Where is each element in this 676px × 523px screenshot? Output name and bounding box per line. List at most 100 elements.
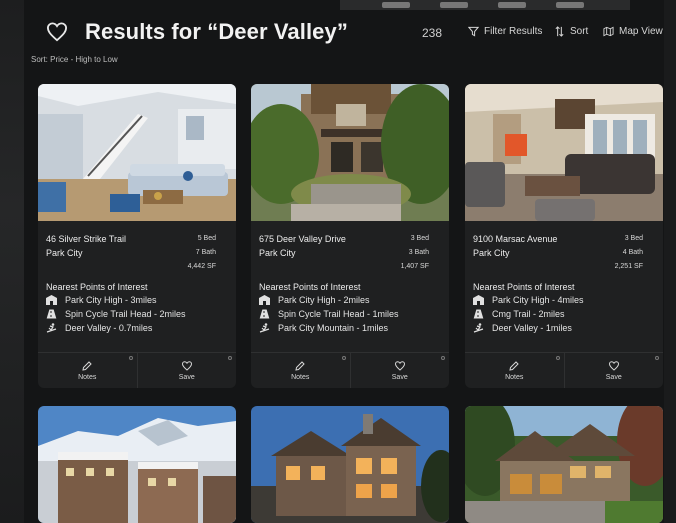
listing-photo[interactable] (251, 84, 449, 221)
card-actions: Notes Save (465, 352, 663, 388)
trail-icon (259, 309, 270, 319)
listing-city: Park City (259, 248, 296, 258)
background-right-edge (664, 0, 676, 523)
school-icon (46, 295, 57, 305)
page-title: Results for “Deer Valley” (85, 19, 348, 44)
listing-baths: 7 Bath (195, 249, 216, 256)
notes-label: Notes (505, 373, 524, 381)
listing-city: Park City (46, 248, 83, 258)
poi-item: Park City High - 3miles (46, 295, 157, 305)
save-button[interactable]: Save (349, 353, 450, 388)
trail-icon (473, 309, 484, 319)
notes-button[interactable]: Notes (38, 353, 137, 388)
poi-text: Park City High - 4miles (492, 295, 584, 305)
save-label: Save (391, 373, 408, 381)
notes-indicator-icon (128, 356, 133, 360)
listing-card[interactable]: 675 Deer Valley Drive Park City 3 Bed 3 … (251, 84, 449, 388)
save-indicator-icon (228, 356, 232, 360)
sort-label: Sort (570, 26, 589, 37)
trail-icon (46, 309, 57, 319)
map-label: Map View (619, 26, 663, 37)
result-count: 238 (422, 26, 443, 40)
listing-card[interactable] (38, 406, 236, 523)
listing-card[interactable] (465, 406, 663, 523)
background-top-strip (340, 0, 630, 10)
ski-icon (259, 323, 270, 333)
poi-item: Park City High - 4miles (473, 295, 584, 305)
save-label: Save (605, 373, 622, 381)
ski-icon (46, 323, 57, 333)
notes-indicator-icon (555, 356, 560, 360)
poi-item: Deer Valley - 0.7miles (46, 323, 152, 333)
background-left-edge (0, 0, 24, 523)
notes-label: Notes (78, 373, 97, 381)
poi-heading: Nearest Points of Interest (259, 282, 361, 292)
listing-address: 9100 Marsac Avenue (473, 234, 558, 244)
notes-button[interactable]: Notes (465, 353, 564, 388)
listing-card[interactable]: 9100 Marsac Avenue Park City 3 Bed 4 Bat… (465, 84, 663, 388)
sort-icon (555, 26, 564, 37)
listing-sqft: 1,407 SF (400, 263, 429, 270)
notes-button[interactable]: Notes (251, 353, 350, 388)
school-icon (259, 295, 270, 305)
poi-text: Deer Valley - 1miles (492, 323, 572, 333)
poi-text: Cmg Trail - 2miles (492, 309, 565, 319)
poi-text: Park City High - 3miles (65, 295, 157, 305)
listing-photo[interactable] (465, 84, 663, 221)
notes-indicator-icon (341, 356, 346, 360)
poi-item: Park City Mountain - 1miles (259, 323, 388, 333)
save-button[interactable]: Save (563, 353, 664, 388)
results-header: Results for “Deer Valley” 238 Filter Res… (24, 10, 676, 64)
card-actions: Notes Save (38, 352, 236, 388)
notes-label: Notes (291, 373, 310, 381)
save-label: Save (178, 373, 195, 381)
listing-card[interactable]: 46 Silver Strike Trail Park City 5 Bed 7… (38, 84, 236, 388)
listing-beds: 3 Bed (410, 235, 429, 242)
results-panel: Results for “Deer Valley” 238 Filter Res… (24, 10, 676, 523)
listing-address: 675 Deer Valley Drive (259, 234, 346, 244)
poi-text: Park City High - 2miles (278, 295, 370, 305)
listing-baths: 4 Bath (622, 249, 643, 256)
save-indicator-icon (655, 356, 659, 360)
heart-icon (181, 360, 192, 371)
poi-item: Cmg Trail - 2miles (473, 309, 565, 319)
map-view-button[interactable]: Map View (603, 26, 663, 37)
poi-text: Spin Cycle Trail Head - 2miles (65, 309, 186, 319)
listing-beds: 5 Bed (197, 235, 216, 242)
ski-icon (473, 323, 484, 333)
pencil-icon (82, 360, 92, 371)
filter-label: Filter Results (484, 26, 543, 37)
save-button[interactable]: Save (136, 353, 237, 388)
listing-sqft: 4,442 SF (187, 263, 216, 270)
poi-heading: Nearest Points of Interest (46, 282, 148, 292)
listing-photo[interactable] (38, 406, 236, 523)
sort-status: Sort: Price - High to Low (31, 55, 118, 64)
listing-sqft: 2,251 SF (614, 263, 643, 270)
poi-text: Park City Mountain - 1miles (278, 323, 389, 333)
card-actions: Notes Save (251, 352, 449, 388)
heart-icon (394, 360, 405, 371)
filter-icon (468, 26, 479, 37)
listing-photo[interactable] (38, 84, 236, 221)
poi-item: Spin Cycle Trail Head - 2miles (46, 309, 186, 319)
pencil-icon (295, 360, 305, 371)
listing-address: 46 Silver Strike Trail (46, 234, 127, 244)
favorite-heart-icon[interactable] (46, 22, 68, 42)
listing-photo[interactable] (465, 406, 663, 523)
filter-results-button[interactable]: Filter Results (468, 26, 542, 37)
listing-photo[interactable] (251, 406, 449, 523)
poi-text: Deer Valley - 0.7miles (65, 323, 153, 333)
listing-beds: 3 Bed (624, 235, 643, 242)
pencil-icon (509, 360, 519, 371)
poi-text: Spin Cycle Trail Head - 1miles (278, 309, 399, 319)
poi-item: Park City High - 2miles (259, 295, 370, 305)
poi-item: Deer Valley - 1miles (473, 323, 572, 333)
listing-city: Park City (473, 248, 510, 258)
sort-button[interactable]: Sort (554, 26, 588, 37)
save-indicator-icon (441, 356, 445, 360)
poi-item: Spin Cycle Trail Head - 1miles (259, 309, 399, 319)
poi-heading: Nearest Points of Interest (473, 282, 575, 292)
school-icon (473, 295, 484, 305)
listing-baths: 3 Bath (408, 249, 429, 256)
listing-card[interactable] (251, 406, 449, 523)
